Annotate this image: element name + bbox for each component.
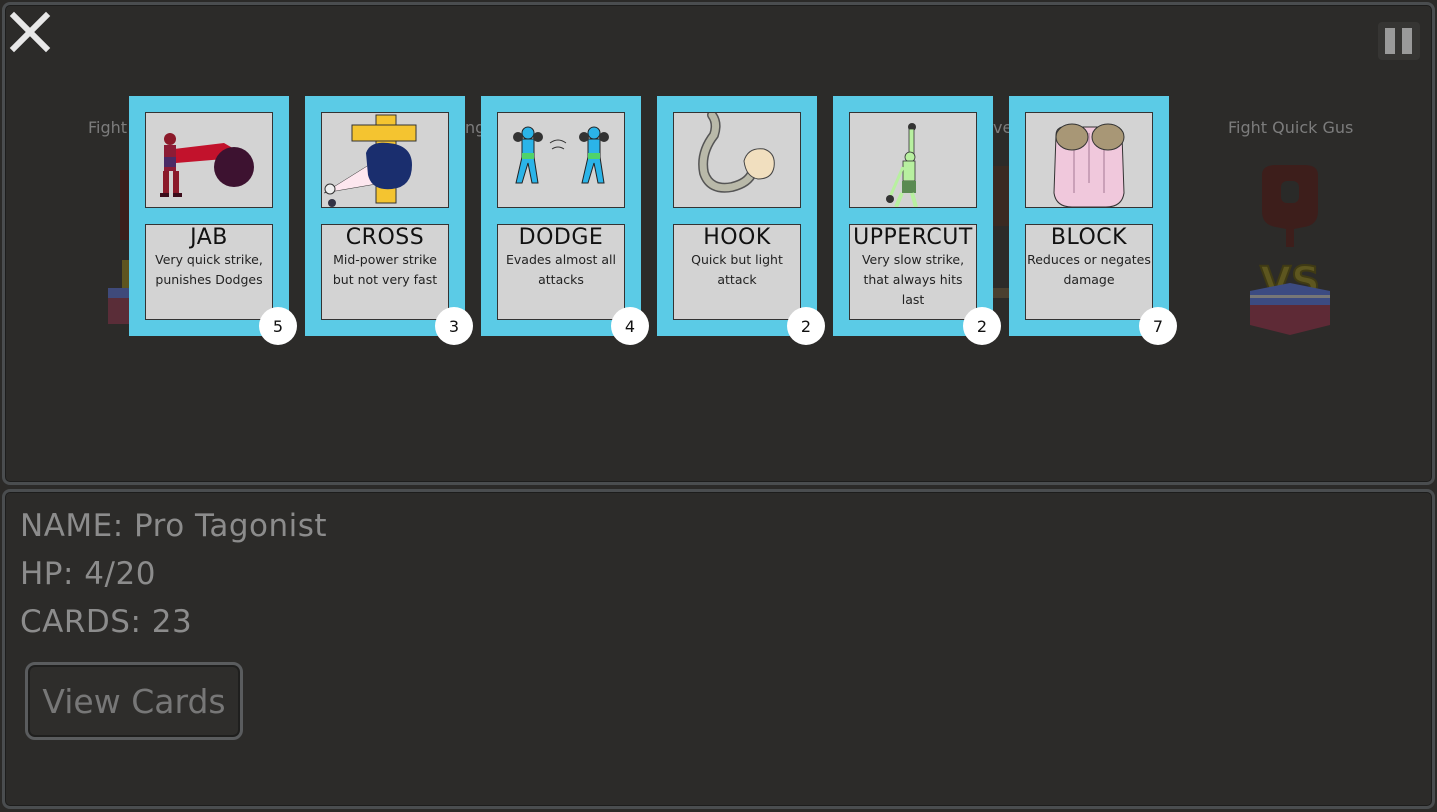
card-description: Reduces or negates damage — [1027, 252, 1151, 287]
card-jab[interactable]: JAB Very quick strike, punishes Dodges 5 — [129, 96, 297, 345]
player-hp: HP: 4/20 — [20, 556, 156, 592]
card-title: HOOK — [703, 225, 771, 250]
card-count-badge: 7 — [1139, 307, 1177, 345]
card-uppercut[interactable]: UPPERCUT Very slow strike, that always h… — [833, 96, 1001, 345]
card-count-badge: 3 — [435, 307, 473, 345]
card-title: JAB — [190, 225, 228, 250]
card-description: Evades almost all attacks — [505, 252, 617, 287]
card-text-box: BLOCK Reduces or negates damage — [1025, 224, 1153, 320]
card-description: Mid-power strike but not very fast — [332, 252, 438, 287]
card-description: Quick but light attack — [691, 252, 783, 287]
dodge-art — [497, 112, 625, 208]
jab-art — [145, 112, 273, 208]
card-count-badge: 5 — [259, 307, 297, 345]
card-text-box: HOOK Quick but light attack — [673, 224, 801, 320]
fight-label-left[interactable]: Fight — [88, 118, 127, 137]
view-cards-button[interactable]: View Cards — [25, 662, 243, 740]
card-dodge[interactable]: DODGE Evades almost all attacks 4 — [481, 96, 649, 345]
card-block[interactable]: BLOCK Reduces or negates damage 7 — [1009, 96, 1177, 345]
card-title: BLOCK — [1050, 225, 1128, 250]
opponent-icon-partial — [993, 166, 1009, 298]
card-text-box: UPPERCUT Very slow strike, that always h… — [849, 224, 977, 320]
card-text-box: CROSS Mid-power strike but not very fast — [321, 224, 449, 320]
hook-art — [673, 112, 801, 208]
card-cross[interactable]: CROSS Mid-power strike but not very fast… — [305, 96, 473, 345]
cross-art — [321, 112, 449, 208]
card-hook[interactable]: HOOK Quick but light attack 2 — [657, 96, 825, 345]
pause-icon[interactable] — [1378, 22, 1420, 60]
card-title: CROSS — [345, 225, 425, 250]
card-count-badge: 2 — [963, 307, 1001, 345]
card-text-box: DODGE Evades almost all attacks — [497, 224, 625, 320]
close-icon[interactable] — [8, 10, 52, 54]
player-card-count: CARDS: 23 — [20, 604, 193, 640]
card-title: DODGE — [518, 225, 604, 250]
card-text-box: JAB Very quick strike, punishes Dodges — [145, 224, 273, 320]
card-description: Very slow strike, that always hits last — [861, 252, 965, 307]
uppercut-art — [849, 112, 977, 208]
card-count-badge: 2 — [787, 307, 825, 345]
card-count-badge: 4 — [611, 307, 649, 345]
block-art — [1025, 112, 1153, 208]
card-title: UPPERCUT — [853, 225, 973, 250]
player-name: NAME: Pro Tagonist — [20, 508, 328, 544]
fight-label-quick-gus[interactable]: Fight Quick Gus — [1228, 118, 1353, 137]
card-description: Very quick strike, punishes Dodges — [155, 252, 263, 287]
opponent-quick-gus-icon[interactable]: VS — [1248, 165, 1332, 337]
